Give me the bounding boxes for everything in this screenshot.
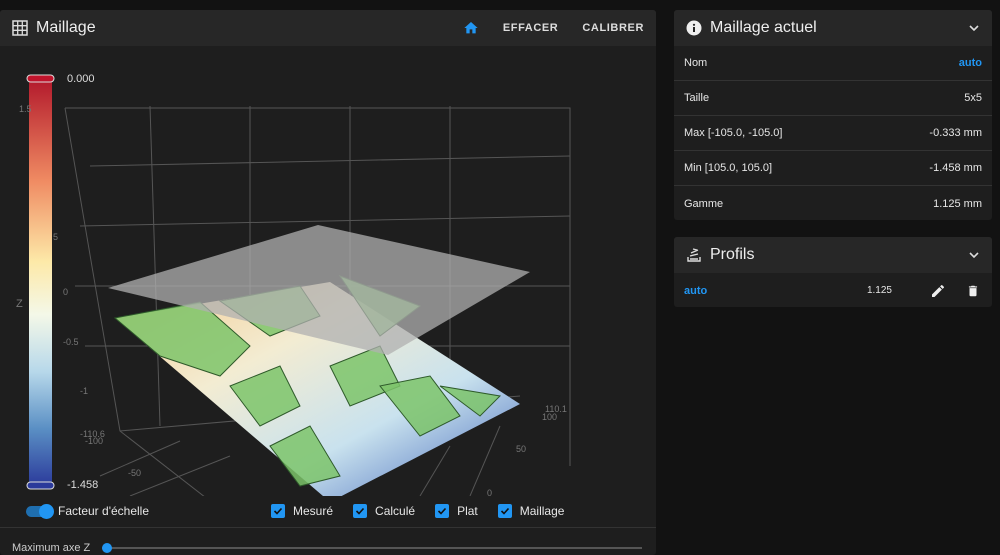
row-label: Min [105.0, 105.0] [684, 162, 773, 174]
profiles-card: Profils auto 1.125 [674, 237, 992, 307]
y-tick: 0 [487, 488, 493, 498]
current-mesh-card: Maillage actuel Nom auto Taille 5x5 Max [-… [674, 10, 992, 220]
profiles-title: Profils [710, 246, 755, 263]
colorbar-min-handle[interactable] [26, 481, 55, 490]
layers-icon [687, 248, 701, 262]
scale-factor-toggle[interactable] [26, 504, 54, 519]
row-label: Max [-105.0, -105.0] [684, 127, 783, 139]
z-tick: -0.5 [63, 337, 79, 347]
row-value: -1.458 mm [929, 162, 982, 174]
row-value: auto [958, 57, 982, 69]
z-axis-label: Z [16, 298, 23, 310]
z-tick: -1 [80, 386, 89, 396]
delete-icon[interactable] [966, 283, 980, 299]
row-label: Nom [684, 57, 708, 69]
check-icon [271, 504, 286, 518]
x-tick: -100 [85, 436, 104, 446]
mesh-title: Maillage [36, 19, 96, 36]
info-row-size: Taille 5x5 [674, 81, 992, 116]
checkbox-mesh[interactable]: Maillage [497, 504, 565, 518]
row-value: -0.333 mm [929, 127, 982, 139]
check-icon [497, 504, 512, 518]
chevron-down-icon[interactable] [968, 249, 980, 261]
colorbar-min-label: -1.458 [67, 479, 99, 491]
colorbar-max-handle[interactable] [26, 74, 55, 83]
y-tick: 100 [542, 412, 558, 422]
checkbox-label: Plat [457, 504, 478, 518]
mesh-plot[interactable]: 0.000 -1.458 Z 1.5 5 0 -0.5 -1 -110.6 -1… [0, 46, 656, 498]
z-tick: 5 [53, 232, 59, 242]
checkbox-label: Calculé [375, 504, 416, 518]
check-icon [353, 504, 368, 518]
home-icon[interactable] [463, 20, 479, 36]
profile-item[interactable]: auto 1.125 [674, 273, 992, 307]
checkbox-measured[interactable]: Mesuré [271, 504, 333, 518]
info-row-range: Gamme 1.125 mm [674, 186, 992, 220]
profiles-header[interactable]: Profils [674, 237, 992, 273]
current-mesh-header[interactable]: Maillage actuel [674, 10, 992, 46]
row-label: Gamme [684, 197, 724, 210]
row-label: Taille [684, 92, 710, 104]
edit-icon[interactable] [930, 283, 946, 299]
y-tick: 50 [516, 444, 527, 454]
z-tick: 1.5 [19, 104, 32, 114]
info-row-name: Nom auto [674, 46, 992, 81]
x-tick: -50 [128, 468, 142, 478]
info-row-min: Min [105.0, 105.0] -1.458 mm [674, 151, 992, 186]
profile-name[interactable]: auto [684, 285, 707, 297]
mesh-card-header: Maillage EFFACER CALIBRER [0, 10, 656, 46]
info-row-max: Max [-105.0, -105.0] -0.333 mm [674, 116, 992, 151]
check-icon [435, 504, 450, 518]
info-icon [686, 20, 702, 36]
calibrate-button[interactable]: CALIBRER [582, 22, 644, 34]
mesh-card: Maillage EFFACER CALIBRER 0.000 -1.458 Z… [0, 10, 656, 555]
colorbar-max-label: 0.000 [67, 73, 95, 85]
profile-range: 1.125 [866, 285, 892, 296]
row-value: 1.125 mm [933, 197, 982, 210]
zmax-label: Maximum axe Z [12, 542, 91, 554]
checkbox-flat[interactable]: Plat [435, 504, 478, 518]
zmax-slider[interactable] [102, 543, 642, 553]
clear-button[interactable]: EFFACER [503, 22, 559, 34]
divider [0, 527, 656, 528]
row-value: 5x5 [964, 92, 982, 104]
checkbox-calculated[interactable]: Calculé [353, 504, 415, 518]
grid-icon [12, 20, 28, 36]
current-mesh-title: Maillage actuel [710, 19, 817, 36]
colorbar-gradient [29, 78, 52, 486]
scale-factor-label: Facteur d'échelle [58, 504, 150, 518]
plot-controls: Facteur d'échelle Mesuré Calculé Plat Ma… [0, 500, 656, 522]
current-mesh-table: Nom auto Taille 5x5 Max [-105.0, -105.0] -0… [674, 46, 992, 220]
checkbox-label: Mesuré [293, 504, 334, 518]
checkbox-label: Maillage [519, 504, 565, 518]
chevron-down-icon[interactable] [968, 22, 980, 34]
zmax-slider-thumb[interactable] [102, 543, 113, 553]
zmax-slider-row: Maximum axe Z [12, 542, 642, 554]
z-tick: 0 [63, 287, 69, 297]
